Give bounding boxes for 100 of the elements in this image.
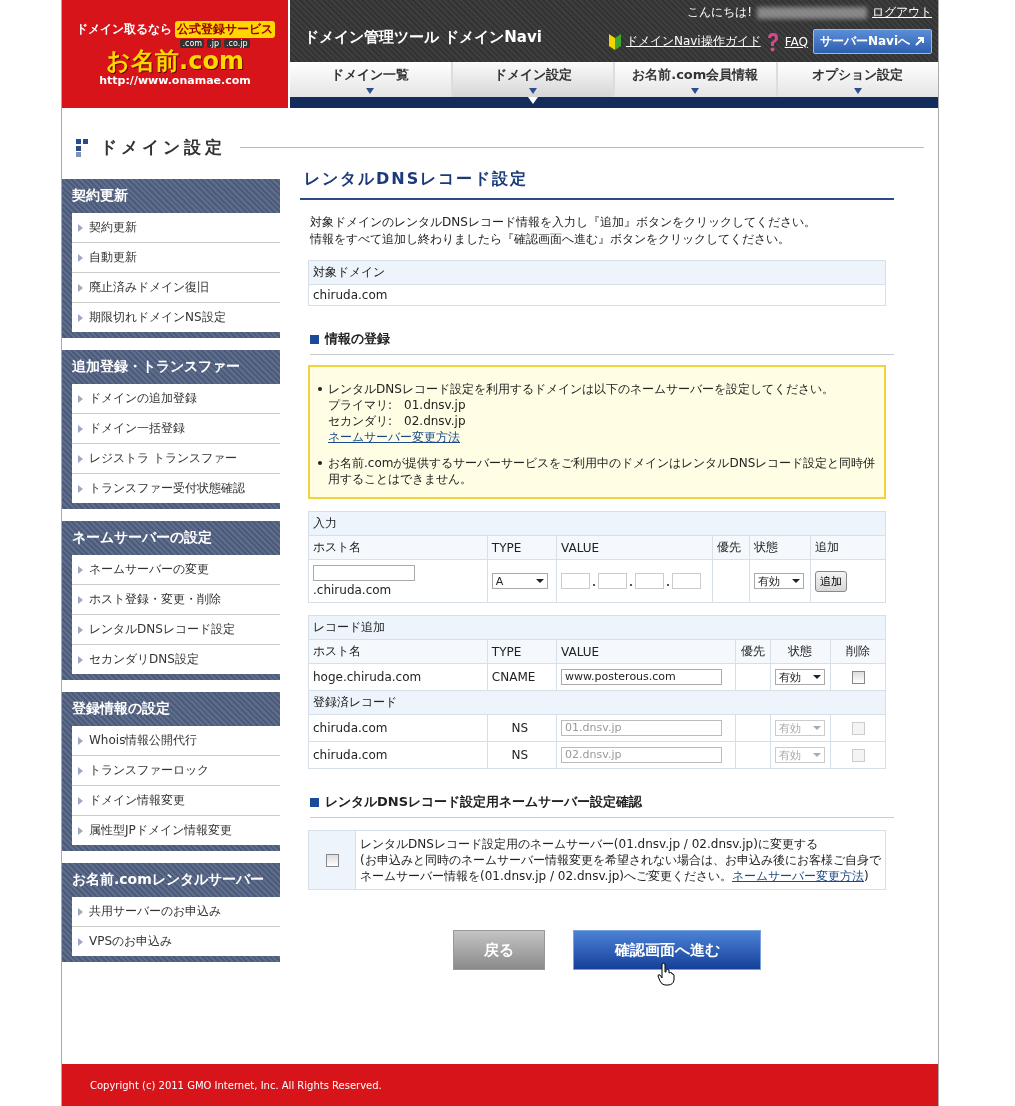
- sidebar-item[interactable]: トランスファーロック: [72, 756, 280, 786]
- sidebar-item[interactable]: トランスファー受付状態確認: [72, 474, 280, 503]
- caret-icon: [812, 753, 821, 757]
- add-button[interactable]: 追加: [814, 570, 847, 592]
- logo[interactable]: ドメイン取るなら 公式登録サービス .com .jp .co.jp お名前.com http://www.onamae.com: [62, 0, 288, 108]
- status-select[interactable]: 有効: [754, 573, 805, 589]
- arrow-icon: [78, 484, 83, 493]
- caret-icon: [812, 675, 821, 679]
- sidebar-item-label: レンタルDNSレコード設定: [89, 621, 235, 638]
- arrow-icon: [78, 223, 83, 232]
- sidebar-item[interactable]: ドメイン情報変更: [72, 786, 280, 816]
- sidebar-item[interactable]: レンタルDNSレコード設定: [72, 615, 280, 645]
- guide-link[interactable]: ドメインNavi操作ガイド: [625, 33, 761, 50]
- tool-title: ドメイン管理ツール ドメインNavi: [304, 27, 542, 47]
- faq-link[interactable]: FAQ: [784, 34, 808, 49]
- sidebar-item[interactable]: ドメイン一括登録: [72, 414, 280, 444]
- table-header-cell: 対象ドメイン: [308, 260, 886, 285]
- sidebar-item[interactable]: 契約更新: [72, 213, 280, 243]
- arrow-icon: [78, 595, 83, 604]
- square-icon: [310, 334, 319, 344]
- section-heading: レンタルDNSレコード設定: [300, 169, 894, 200]
- subsection-title: 情報の登録: [325, 330, 390, 348]
- sidebar-item[interactable]: 自動更新: [72, 243, 280, 273]
- sidebar-item-label: 期限切れドメインNS設定: [89, 309, 226, 326]
- logout-link[interactable]: ログアウト: [872, 4, 932, 21]
- type-select[interactable]: A: [491, 573, 548, 589]
- intro-text: 対象ドメインのレンタルDNSレコード情報を入力し『追加』ボタンをクリックしてください。: [310, 214, 817, 231]
- sidebar-group-title: お名前.comレンタルサーバー: [71, 870, 265, 889]
- arrow-icon: [78, 565, 83, 574]
- sidebar-item-label: セカンダリDNS設定: [89, 651, 199, 668]
- arrow-icon: [78, 454, 83, 463]
- sidebar-group-title: 契約更新: [71, 186, 129, 205]
- arrow-icon: [78, 736, 83, 745]
- sidebar-item[interactable]: ネームサーバーの変更: [72, 555, 280, 585]
- sidebar-item-label: ドメインの追加登録: [89, 390, 197, 407]
- subsection-title: レンタルDNSレコード設定用ネームサーバー設定確認: [325, 793, 643, 811]
- sidebar-item-label: トランスファー受付状態確認: [89, 480, 245, 497]
- server-navi-button[interactable]: サーバーNaviへ: [812, 29, 932, 54]
- arrow-icon: [78, 253, 83, 262]
- hand-cursor-icon: [657, 962, 675, 986]
- sidebar-item[interactable]: 属性型JPドメイン情報変更: [72, 816, 280, 845]
- logo-tagline: ドメイン取るなら: [75, 21, 172, 38]
- arrow-icon: [78, 625, 83, 634]
- sidebar-item[interactable]: 期限切れドメインNS設定: [72, 303, 280, 332]
- sidebar-item-label: 自動更新: [89, 249, 137, 266]
- tld-label: .com: [180, 39, 205, 48]
- arrow-icon: [914, 36, 925, 47]
- sidebar-item-label: VPSのお申込み: [89, 933, 173, 950]
- table-cell: chiruda.com: [308, 714, 488, 742]
- sidebar-item[interactable]: 廃止済みドメイン復旧: [72, 273, 280, 303]
- caret-icon: [812, 726, 821, 730]
- sidebar-item[interactable]: セカンダリDNS設定: [72, 645, 280, 674]
- host-input[interactable]: [313, 565, 415, 581]
- caret-icon: [535, 579, 544, 583]
- arrow-icon: [78, 796, 83, 805]
- sidebar-item[interactable]: Whois情報公開代行: [72, 726, 280, 756]
- value-input[interactable]: www.posterous.com: [561, 669, 723, 685]
- sidebar-item-label: レジストラ トランスファー: [89, 450, 237, 467]
- table-cell: hoge.chiruda.com: [308, 663, 488, 691]
- table-caption: レコード追加: [308, 615, 886, 640]
- arrow-icon: [78, 937, 83, 946]
- sidebar-item-label: 契約更新: [89, 219, 137, 236]
- notice-text: レンタルDNSレコード設定を利用するドメインは以下のネームサーバーを設定してください。: [328, 381, 834, 397]
- nameserver-change-link[interactable]: ネームサーバー変更方法: [732, 869, 865, 883]
- sidebar-item[interactable]: VPSのお申込み: [72, 927, 280, 956]
- host-suffix: .chiruda.com: [313, 583, 393, 597]
- confirm-checkbox[interactable]: [325, 854, 339, 867]
- tld-label: .jp: [207, 39, 221, 48]
- delete-checkbox[interactable]: [851, 671, 865, 684]
- ip-octet-input[interactable]: [598, 573, 628, 589]
- sidebar-item-label: ドメイン一括登録: [89, 420, 185, 437]
- nav-tab[interactable]: ドメイン一覧: [290, 62, 451, 97]
- next-button[interactable]: 確認画面へ進む: [573, 930, 761, 970]
- bullet-icon: [318, 387, 322, 391]
- nav-tab[interactable]: お名前.com会員情報: [615, 62, 776, 97]
- beginner-mark-icon: [608, 33, 621, 50]
- notice-text: プライマリ: 01.dnsv.jp: [328, 397, 467, 413]
- sidebar-item[interactable]: レジストラ トランスファー: [72, 444, 280, 474]
- bullet-icon: [318, 461, 322, 465]
- sidebar-group-title: ネームサーバーの設定: [71, 528, 213, 547]
- column-header: VALUE: [556, 639, 736, 664]
- nav-tab[interactable]: ドメイン設定: [452, 62, 613, 97]
- column-header: VALUE: [556, 535, 713, 560]
- caret-icon: [792, 579, 801, 583]
- sidebar-item-label: トランスファーロック: [89, 762, 209, 779]
- sidebar-item-label: ネームサーバーの変更: [89, 561, 209, 578]
- arrow-icon: [78, 655, 83, 664]
- page-title: ドメイン設定: [100, 136, 226, 159]
- table-cell: NS: [487, 714, 557, 742]
- table-cell: NS: [487, 741, 557, 769]
- sidebar-item[interactable]: ホスト登録・変更・削除: [72, 585, 280, 615]
- nameserver-change-link[interactable]: ネームサーバー変更方法: [328, 430, 460, 444]
- ip-octet-input[interactable]: [672, 573, 702, 589]
- sidebar-item[interactable]: ドメインの追加登録: [72, 384, 280, 414]
- status-select[interactable]: 有効: [774, 669, 825, 685]
- sidebar-item[interactable]: 共用サーバーのお申込み: [72, 897, 280, 927]
- ip-octet-input[interactable]: [635, 573, 665, 589]
- question-mark-icon: [765, 31, 780, 52]
- ip-octet-input[interactable]: [561, 573, 591, 589]
- nav-tab[interactable]: オプション設定: [777, 62, 938, 97]
